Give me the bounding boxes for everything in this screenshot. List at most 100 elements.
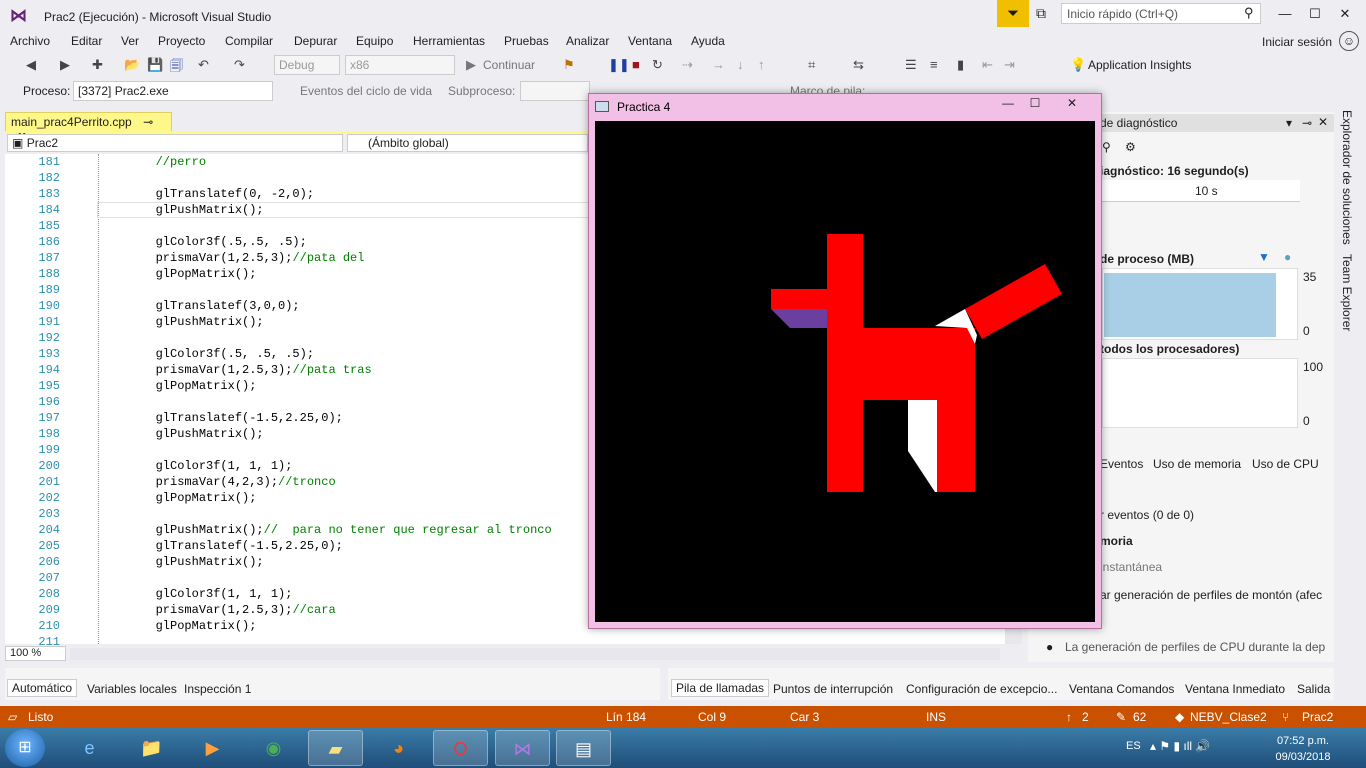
platform-select[interactable]: x86 bbox=[345, 55, 455, 75]
tab-solution-explorer[interactable]: Explorador de soluciones bbox=[1340, 110, 1354, 245]
code-line[interactable]: glColor3f(.5, .5, .5); bbox=[98, 346, 314, 362]
menu-compilar[interactable]: Compilar bbox=[225, 34, 273, 48]
zoom-icon[interactable]: ⚲ bbox=[1102, 140, 1111, 154]
code-line[interactable]: glPopMatrix(); bbox=[98, 266, 257, 282]
undo-icon[interactable]: ↶ bbox=[198, 57, 209, 73]
tab-output[interactable]: Salida bbox=[1297, 682, 1330, 696]
code-line[interactable]: glPopMatrix(); bbox=[98, 378, 257, 394]
pin-icon[interactable]: ⊸ bbox=[143, 115, 153, 129]
code-line[interactable]: glColor3f(1, 1, 1); bbox=[98, 586, 293, 602]
menu-ver[interactable]: Ver bbox=[121, 34, 139, 48]
gl-maximize-button[interactable]: ☐ bbox=[1022, 95, 1048, 111]
thread-select[interactable] bbox=[520, 81, 590, 101]
project-navigation-select[interactable]: ▣ Prac2 bbox=[7, 134, 343, 152]
code-line[interactable]: //perro bbox=[98, 154, 206, 170]
horizontal-scrollbar[interactable] bbox=[70, 648, 1000, 660]
minimize-button[interactable]: — bbox=[1270, 4, 1300, 24]
prev-bookmark-icon[interactable]: ⇤ bbox=[982, 57, 993, 73]
opera-icon[interactable]: O bbox=[433, 730, 488, 766]
hex-display-icon[interactable]: ⌗ bbox=[808, 57, 815, 73]
tab-immediate-window[interactable]: Ventana Inmediato bbox=[1185, 682, 1285, 696]
publish-icon[interactable]: ↑ bbox=[1066, 710, 1072, 724]
code-line[interactable]: prismaVar(1,2.5,3);//pata tras bbox=[98, 362, 372, 378]
repository-icon[interactable]: ◆ bbox=[1175, 710, 1184, 724]
code-line[interactable]: glColor3f(1, 1, 1); bbox=[98, 458, 293, 474]
continue-icon[interactable]: ▶ bbox=[466, 57, 476, 73]
app-insights-button[interactable]: Application Insights bbox=[1088, 58, 1191, 72]
code-line[interactable]: glTranslatef(3,0,0); bbox=[98, 298, 300, 314]
code-line[interactable]: prismaVar(4,2,3);//tronco bbox=[98, 474, 336, 490]
code-line[interactable]: glPushMatrix(); bbox=[98, 314, 264, 330]
heap-profiling-checkbox[interactable]: ar generación de perfiles de montón (afe… bbox=[1100, 588, 1322, 602]
menu-archivo[interactable]: Archivo bbox=[10, 34, 50, 48]
menu-analizar[interactable]: Analizar bbox=[566, 34, 609, 48]
comment-icon[interactable]: ≡ bbox=[930, 57, 938, 72]
take-snapshot-button[interactable]: instantánea bbox=[1100, 560, 1162, 574]
code-line[interactable]: glTranslatef(0, -2,0); bbox=[98, 186, 314, 202]
tab-watch-1[interactable]: Inspección 1 bbox=[184, 682, 251, 696]
save-icon[interactable]: 💾 bbox=[147, 57, 163, 73]
start-button[interactable]: ⊞ bbox=[5, 729, 45, 767]
open-file-icon[interactable]: 📂 bbox=[124, 57, 140, 73]
pending-changes-count[interactable]: 62 bbox=[1133, 710, 1146, 724]
code-line[interactable]: glPushMatrix(); bbox=[98, 554, 264, 570]
pending-changes-icon[interactable]: ✎ bbox=[1116, 710, 1126, 724]
maximize-button[interactable]: ☐ bbox=[1300, 4, 1330, 24]
tab-main-prac4perrito[interactable]: main_prac4Perrito.cpp ⊸ ✕ bbox=[5, 112, 172, 143]
configuration-select[interactable]: Debug bbox=[274, 55, 340, 75]
branch-name[interactable]: Prac2 bbox=[1302, 710, 1333, 724]
menu-editar[interactable]: Editar bbox=[71, 34, 102, 48]
tab-exception-settings[interactable]: Configuración de excepcio... bbox=[906, 682, 1057, 696]
pin-panel-icon[interactable]: ⊸ bbox=[1302, 116, 1312, 130]
settings-icon[interactable]: ⚙ bbox=[1125, 140, 1136, 154]
code-line[interactable]: prismaVar(1,2.5,3);//cara bbox=[98, 602, 336, 618]
tab-events[interactable]: Eventos bbox=[1100, 457, 1143, 471]
close-button[interactable]: ✕ bbox=[1330, 4, 1360, 24]
zoom-select[interactable]: 100 % bbox=[5, 646, 66, 661]
new-project-icon[interactable]: ✚ bbox=[92, 57, 103, 73]
gl-close-button[interactable]: ✕ bbox=[1059, 95, 1085, 111]
tab-memory-usage[interactable]: Uso de memoria bbox=[1153, 457, 1241, 471]
console-window-icon[interactable]: ▤ bbox=[556, 730, 611, 766]
scope-navigation-select[interactable]: (Ámbito global) bbox=[347, 134, 588, 152]
chrome-icon[interactable]: ◉ bbox=[246, 730, 301, 766]
step-over-icon[interactable]: → bbox=[712, 57, 725, 72]
process-select[interactable]: [3372] Prac2.exe bbox=[73, 81, 273, 101]
code-line[interactable]: glTranslatef(-1.5,2.25,0); bbox=[98, 410, 343, 426]
back-icon[interactable]: ◀ bbox=[26, 57, 36, 73]
panel-dropdown-icon[interactable]: ▾ bbox=[1286, 116, 1292, 130]
stop-icon[interactable]: ■ bbox=[632, 57, 640, 72]
gl-minimize-button[interactable]: — bbox=[995, 95, 1021, 111]
repository-name[interactable]: NEBV_Clase2 bbox=[1190, 710, 1267, 724]
language-indicator[interactable]: ES bbox=[1126, 740, 1141, 752]
menu-pruebas[interactable]: Pruebas bbox=[504, 34, 549, 48]
close-panel-icon[interactable]: ✕ bbox=[1318, 115, 1328, 129]
search-icon[interactable]: ⚲ bbox=[1244, 5, 1254, 21]
show-next-statement-icon[interactable]: ⇢ bbox=[682, 57, 693, 73]
file-explorer-icon[interactable]: 📁 bbox=[124, 730, 179, 766]
menu-ventana[interactable]: Ventana bbox=[628, 34, 672, 48]
tab-autos[interactable]: Automático bbox=[7, 679, 78, 697]
indent-icon[interactable]: ☰ bbox=[905, 57, 917, 73]
opengl-canvas[interactable] bbox=[595, 121, 1095, 622]
code-line[interactable]: glTranslatef(-1.5,2.25,0); bbox=[98, 538, 343, 554]
system-tray-icons[interactable]: ▴ ⚑ ▮ ıll 🔊 bbox=[1150, 739, 1210, 753]
code-line[interactable]: glPopMatrix(); bbox=[98, 490, 257, 506]
tab-team-explorer[interactable]: Team Explorer bbox=[1340, 254, 1354, 331]
code-line[interactable]: glPopMatrix(); bbox=[98, 618, 257, 634]
events-count[interactable]: r eventos (0 de 0) bbox=[1100, 508, 1194, 522]
forward-icon[interactable]: ▶ bbox=[60, 57, 70, 73]
code-line[interactable]: glPushMatrix(); bbox=[98, 426, 264, 442]
menu-herramientas[interactable]: Herramientas bbox=[413, 34, 485, 48]
save-all-icon[interactable]: 🗐 bbox=[170, 57, 183, 79]
menu-ayuda[interactable]: Ayuda bbox=[691, 34, 725, 48]
continue-button[interactable]: Continuar bbox=[483, 58, 535, 72]
feedback-icon[interactable]: ⧉ bbox=[1036, 5, 1046, 22]
tab-command-window[interactable]: Ventana Comandos bbox=[1069, 682, 1174, 696]
account-icon[interactable]: ☺ bbox=[1339, 31, 1359, 51]
clock[interactable]: 07:52 p.m. 09/03/2018 bbox=[1268, 733, 1338, 765]
visual-studio-taskbar-icon[interactable]: ⋈ bbox=[495, 730, 550, 766]
step-into-icon[interactable]: ↓ bbox=[737, 57, 744, 72]
publish-count[interactable]: 2 bbox=[1082, 710, 1089, 724]
code-line[interactable]: prismaVar(1,2.5,3);//pata del bbox=[98, 250, 365, 266]
